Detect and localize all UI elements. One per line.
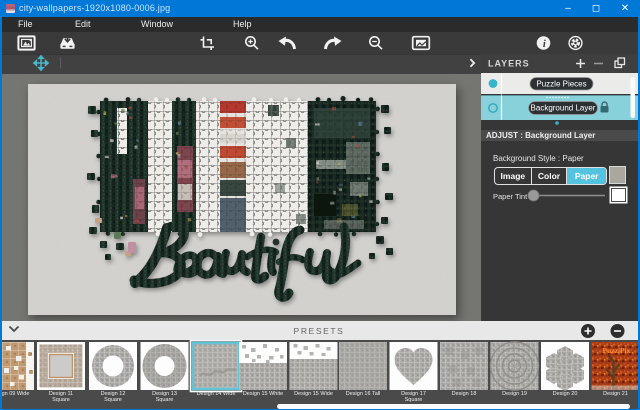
svg-text:i: i <box>543 39 546 50</box>
svg-text:Background Layer: Background Layer <box>531 104 596 113</box>
svg-text:LAYERS: LAYERS <box>488 59 530 69</box>
svg-text:PuzziPix: PuzziPix <box>603 346 631 355</box>
svg-text:PRESETS: PRESETS <box>294 326 345 336</box>
svg-text:Puzzle Pieces: Puzzle Pieces <box>536 80 586 89</box>
